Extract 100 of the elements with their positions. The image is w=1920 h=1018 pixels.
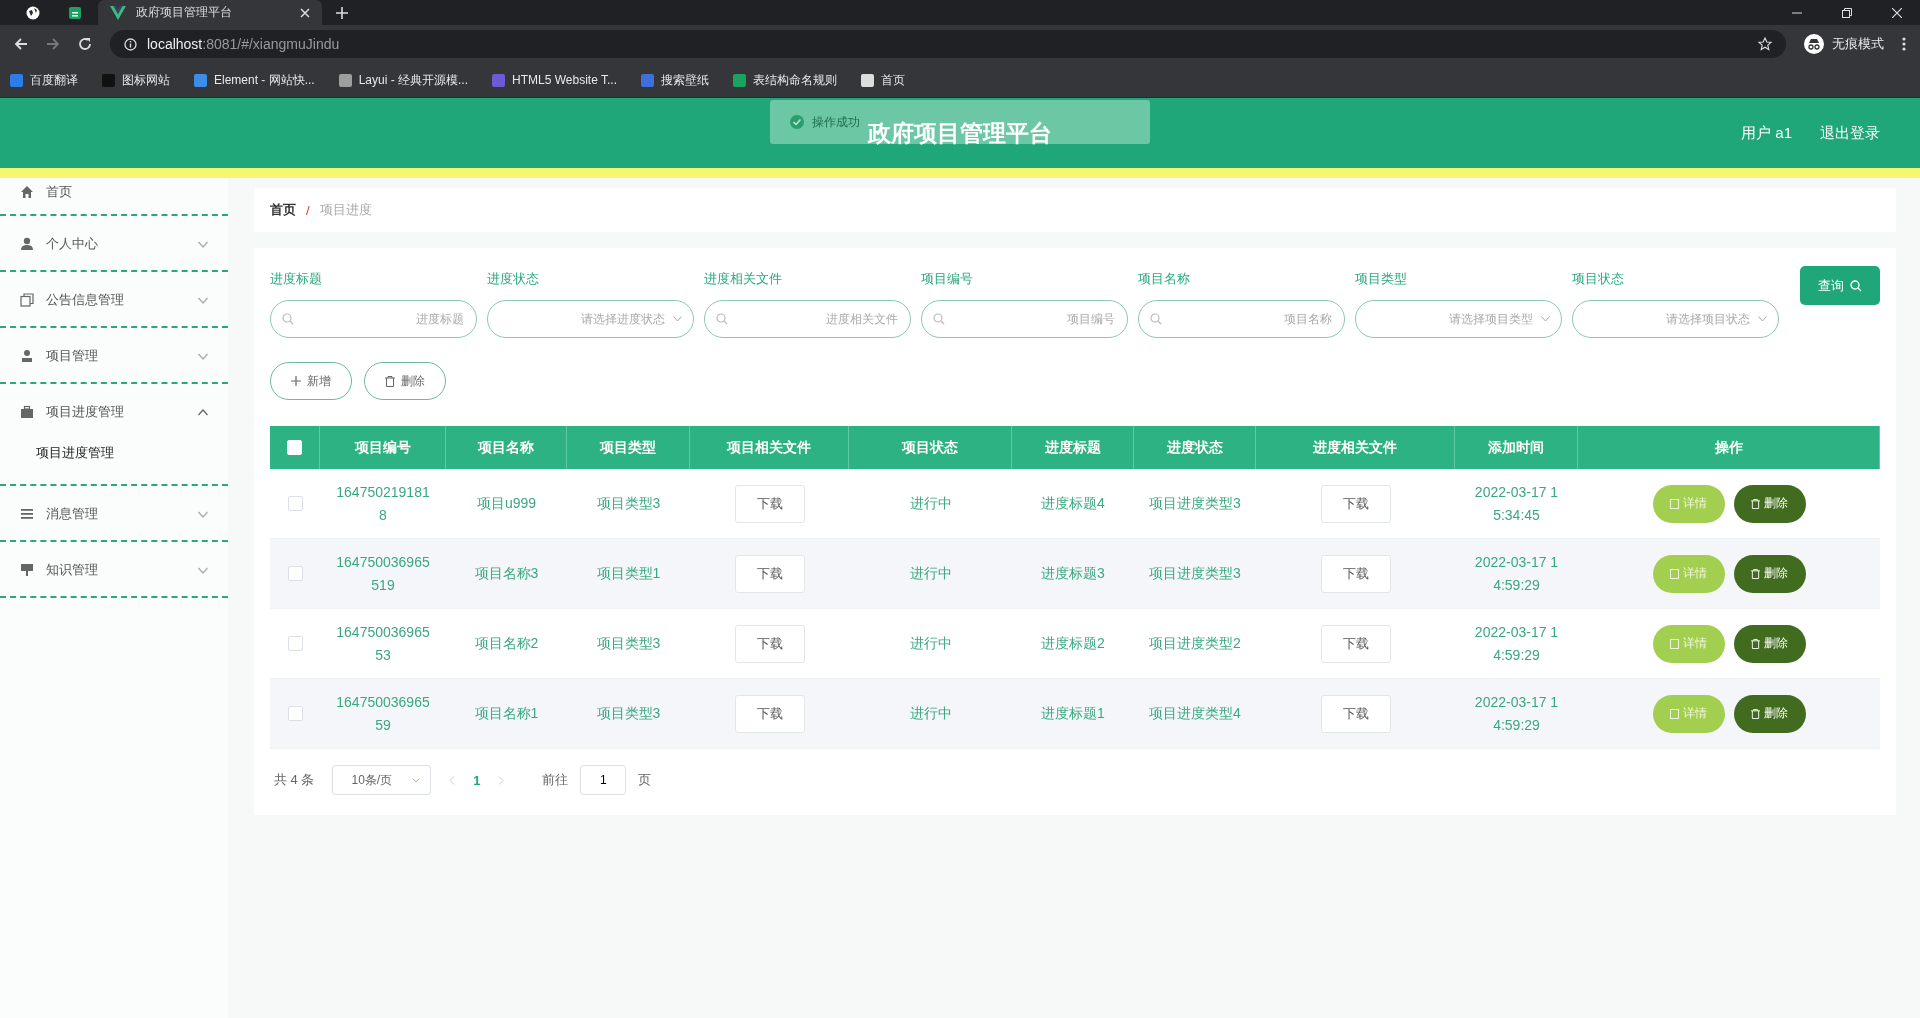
dropdown-icon <box>412 777 421 783</box>
menu-icon[interactable] <box>1902 37 1906 51</box>
column-header: 添加时间 <box>1455 426 1578 469</box>
select-field[interactable]: 请选择项目类型 <box>1355 300 1562 338</box>
delete-button[interactable]: 删除 <box>364 362 446 400</box>
column-header: 项目编号 <box>320 426 446 469</box>
briefcase-icon <box>20 405 34 419</box>
document-icon <box>1670 638 1679 649</box>
search-field[interactable]: 进度标题 <box>270 300 477 338</box>
table-cell-text: 项目进度类型3 <box>1148 563 1242 583</box>
column-header: 项目相关文件 <box>690 426 849 469</box>
download-button[interactable]: 下载 <box>734 484 805 523</box>
row-checkbox[interactable] <box>287 706 303 721</box>
add-button[interactable]: 新增 <box>270 362 352 400</box>
column-header: 进度状态 <box>1134 426 1256 469</box>
new-tab-icon[interactable] <box>336 6 348 19</box>
download-button[interactable]: 下载 <box>734 694 805 733</box>
info-icon <box>124 37 137 51</box>
delete-button[interactable]: 删除 <box>1733 554 1806 593</box>
submenu-item[interactable]: 项目进度管理 <box>0 430 228 476</box>
delete-button[interactable]: 删除 <box>1733 624 1806 663</box>
close-icon[interactable] <box>1892 7 1902 18</box>
search-icon <box>1850 279 1862 292</box>
dropdown-icon <box>1758 316 1767 322</box>
bookmark[interactable]: HTML5 Website T... <box>492 73 617 87</box>
bookmark[interactable]: 百度翻译 <box>10 71 78 89</box>
search-icon <box>933 313 945 325</box>
table-cell-text: 项目类型1 <box>595 563 662 583</box>
download-button[interactable]: 下载 <box>1320 554 1391 593</box>
bookmark[interactable]: Element - 网站快... <box>194 71 315 89</box>
select-field[interactable]: 请选择项目状态 <box>1572 300 1779 338</box>
bookmark[interactable]: 首页 <box>861 71 905 89</box>
delete-button[interactable]: 删除 <box>1733 694 1806 733</box>
table-cell-text: 2022-03-17 14:59:29 <box>1473 692 1560 735</box>
star-icon[interactable] <box>1758 37 1772 51</box>
browser-tab[interactable]: 政府项目管理平台 <box>98 0 322 25</box>
page-size-select[interactable]: 10条/页 <box>332 765 432 795</box>
search-field[interactable]: 进度相关文件 <box>704 300 911 338</box>
menu-item[interactable]: 消息管理 <box>0 496 228 532</box>
menu-item[interactable]: 项目管理 <box>0 338 228 374</box>
delete-button[interactable]: 删除 <box>1733 484 1806 523</box>
plus-icon <box>291 376 301 386</box>
incognito-badge[interactable]: 无痕模式 <box>1804 34 1884 54</box>
menu-item[interactable]: 公告信息管理 <box>0 282 228 318</box>
table-cell-text: 进度标题1 <box>1040 703 1106 723</box>
bookmark[interactable]: 表结构命名规则 <box>733 71 837 89</box>
menu-item[interactable]: 项目进度管理 <box>0 394 228 430</box>
app-title: 政府项目管理平台 <box>868 118 1052 148</box>
table-cell-text: 进行中 <box>908 703 953 723</box>
success-icon <box>790 115 804 129</box>
back-icon[interactable] <box>14 37 28 51</box>
search-field[interactable]: 项目编号 <box>921 300 1128 338</box>
row-checkbox[interactable] <box>287 496 303 511</box>
user-name: 用户 a1 <box>1741 123 1792 143</box>
restore-icon[interactable] <box>1842 7 1852 18</box>
person-icon <box>20 349 34 363</box>
search-field[interactable]: 项目名称 <box>1138 300 1345 338</box>
select-field[interactable]: 请选择进度状态 <box>487 300 694 338</box>
page-input[interactable]: 1 <box>580 765 627 795</box>
table-cell-text: 16475003696553 <box>335 622 431 665</box>
bookmark[interactable]: 搜索壁纸 <box>641 71 709 89</box>
page-unit: 页 <box>638 771 652 789</box>
table-cell-text: 进行中 <box>908 493 953 513</box>
reload-icon[interactable] <box>78 37 92 51</box>
filter-label: 进度相关文件 <box>704 270 783 288</box>
tab-title: 政府项目管理平台 <box>136 4 233 21</box>
dropdown-icon <box>673 316 682 322</box>
menu-item[interactable]: 知识管理 <box>0 552 228 588</box>
table-cell-text: 项目u999 <box>475 493 538 513</box>
address-field[interactable]: localhost:8081/#/xiangmuJindu <box>110 30 1786 58</box>
download-button[interactable]: 下载 <box>734 624 805 663</box>
trash-icon <box>1751 568 1760 579</box>
download-button[interactable]: 下载 <box>734 554 805 593</box>
forward-icon[interactable] <box>46 37 60 51</box>
table-cell-text: 164750036965519 <box>335 552 431 595</box>
row-checkbox[interactable] <box>287 636 303 651</box>
menu-item[interactable]: 个人中心 <box>0 226 228 262</box>
download-button[interactable]: 下载 <box>1320 624 1391 663</box>
table-cell-text: 进度标题4 <box>1040 493 1106 513</box>
sheet-icon <box>68 5 82 20</box>
table-cell-text: 进度标题2 <box>1040 633 1106 653</box>
document-icon <box>1670 498 1679 509</box>
copy-icon <box>20 293 34 307</box>
trash-icon <box>1751 708 1760 719</box>
close-icon[interactable] <box>300 7 310 18</box>
home-icon <box>20 185 34 199</box>
bookmark[interactable]: 图标网站 <box>102 71 170 89</box>
bookmark[interactable]: Layui - 经典开源模... <box>338 71 469 89</box>
menu-item[interactable]: 首页 <box>0 178 228 206</box>
table-cell-text: 项目类型3 <box>595 493 662 513</box>
dropdown-icon <box>1541 316 1550 322</box>
select-all-checkbox[interactable] <box>287 440 302 455</box>
download-button[interactable]: 下载 <box>1320 484 1391 523</box>
table-cell-text: 项目名称1 <box>473 703 540 723</box>
trash-icon <box>385 375 395 387</box>
table-cell-text: 项目名称2 <box>473 633 540 653</box>
column-header: 项目类型 <box>567 426 690 469</box>
download-button[interactable]: 下载 <box>1320 694 1391 733</box>
row-checkbox[interactable] <box>287 566 303 581</box>
breadcrumb-link[interactable]: 首页 <box>270 201 296 219</box>
